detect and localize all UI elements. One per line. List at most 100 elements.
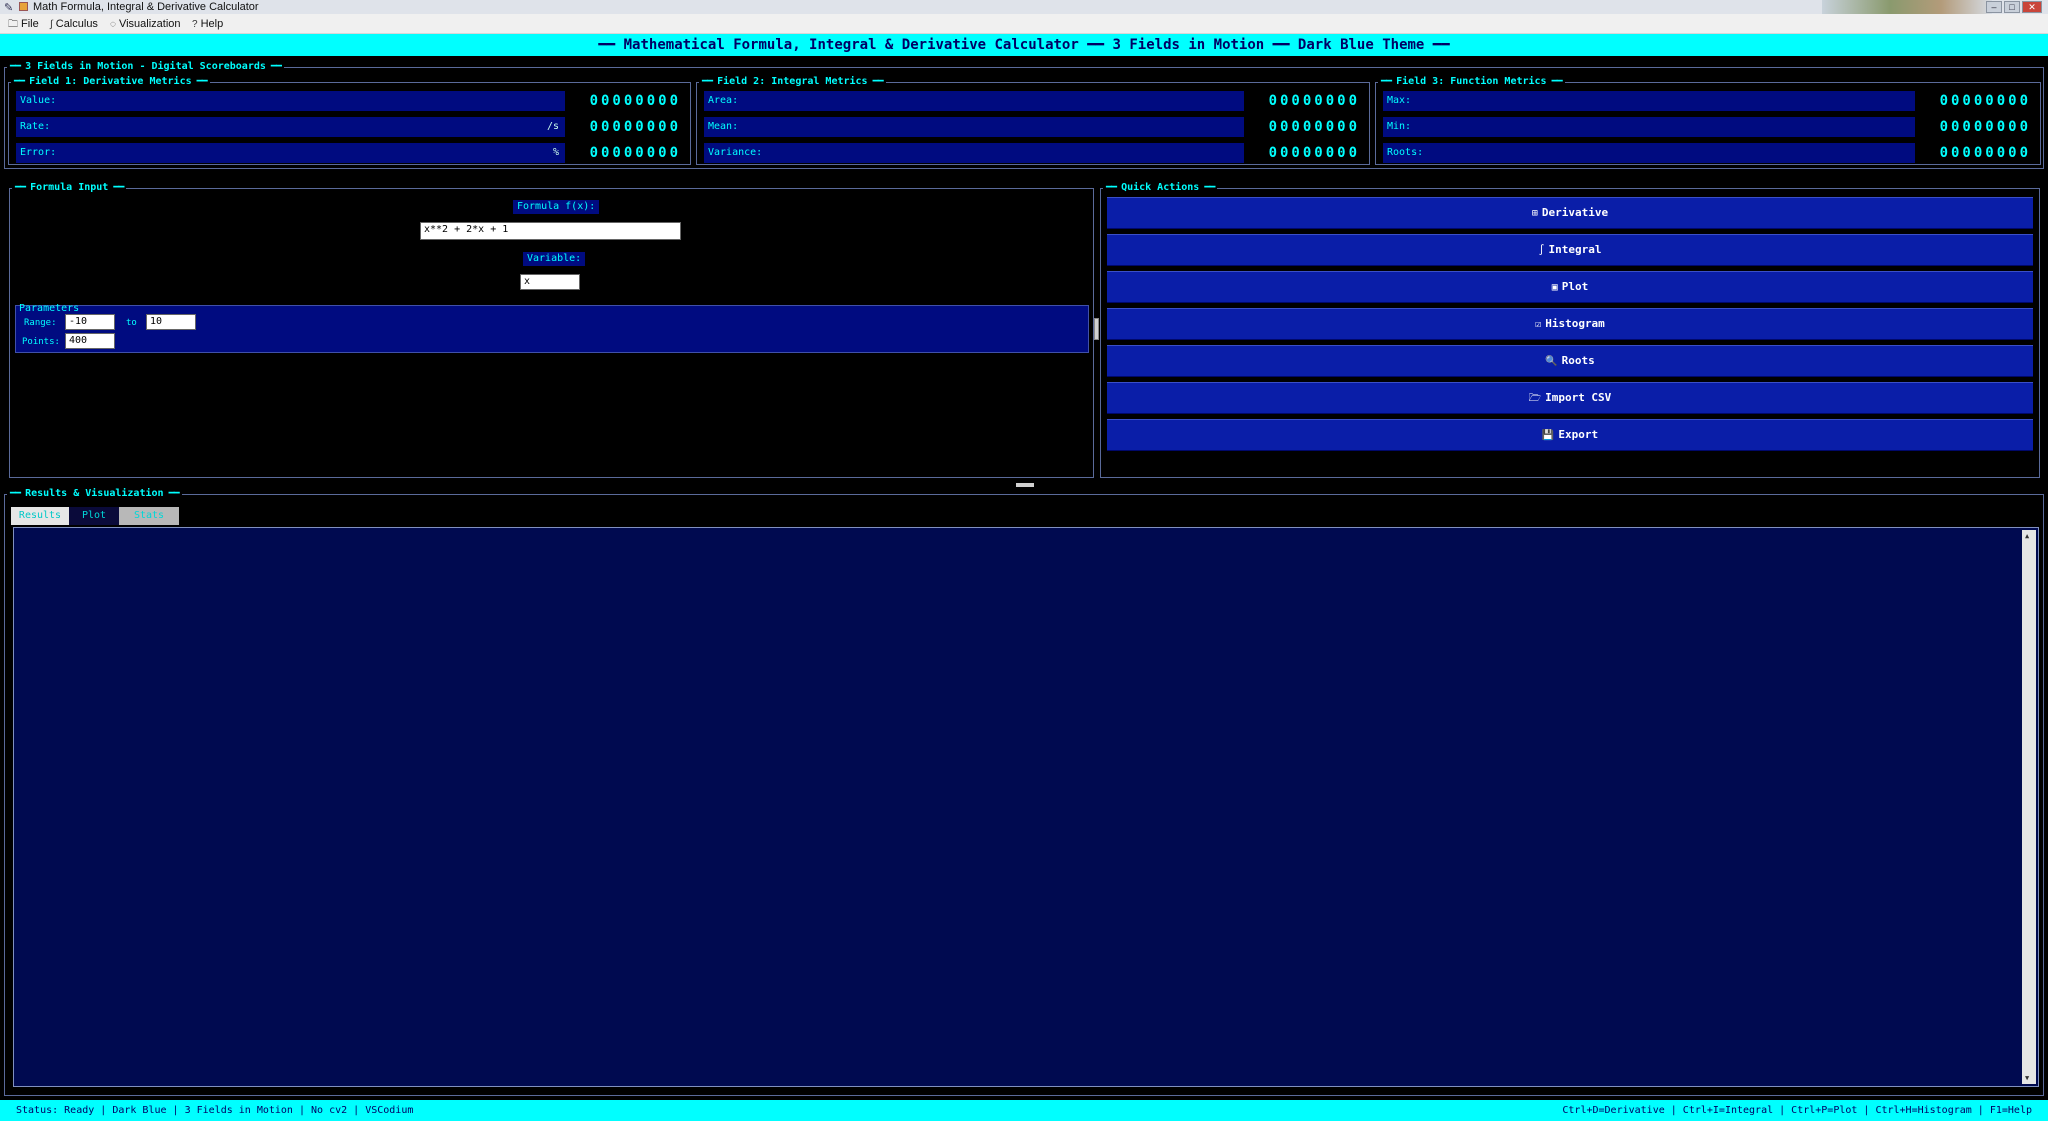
chart-icon: ◌ [110, 19, 116, 30]
score-digits: 00000000 [1915, 117, 2033, 137]
score-label: Max: [1387, 95, 1412, 106]
shortcut-hints: Ctrl+D=Derivative | Ctrl+I=Integral | Ct… [1562, 1105, 2032, 1116]
tab-label: Stats [133, 510, 165, 521]
score-digits: 00000000 [1244, 117, 1362, 137]
points-label: Points: [22, 337, 60, 347]
maximize-button[interactable]: □ [2004, 1, 2020, 13]
folder-open-icon: 🗁 [1528, 393, 1542, 404]
integral-button[interactable]: ∫ Integral [1107, 234, 2033, 266]
score-digits: 00000000 [1915, 91, 2033, 111]
variable-input[interactable]: x [520, 274, 580, 290]
score-label: Error: [20, 147, 57, 158]
tab-stats[interactable]: Stats [119, 507, 179, 525]
points-input[interactable]: 400 [65, 333, 115, 349]
score-row-roots: Roots: 00000000 [1383, 143, 2033, 163]
histogram-button[interactable]: ☑ Histogram [1107, 308, 2033, 340]
scoreboards-panel: ━━ 3 Fields in Motion - Digital Scoreboa… [4, 60, 2044, 169]
results-panel: ━━ Results & Visualization ━━ Results Pl… [4, 487, 2044, 1096]
tab-label: Results [18, 510, 62, 521]
button-label: Integral [1548, 243, 1602, 256]
search-icon: 🔍 [1545, 356, 1558, 367]
button-label: Derivative [1541, 206, 1609, 219]
score-row-variance: Variance: 00000000 [704, 143, 1362, 163]
field-title: ━━ Field 2: Integral Metrics ━━ [699, 75, 886, 89]
score-digits: 00000000 [565, 91, 683, 111]
results-title: ━━ Results & Visualization ━━ [7, 487, 182, 501]
menu-file[interactable]: 🗀 File [8, 14, 39, 34]
parameters-title: Parameters [19, 303, 80, 314]
score-label: Min: [1387, 121, 1412, 132]
button-label: Roots [1561, 354, 1595, 367]
score-label: Rate: [20, 121, 51, 132]
button-label: Plot [1561, 280, 1589, 293]
field-title: ━━ Field 3: Function Metrics ━━ [1378, 75, 1565, 89]
variable-label: Variable: [523, 252, 586, 266]
field-integral-metrics: ━━ Field 2: Integral Metrics ━━ Area: 00… [696, 75, 1370, 165]
folder-icon: 🗀 [8, 19, 18, 30]
range-to-input[interactable]: 10 [146, 314, 196, 330]
menu-visualization[interactable]: ◌ Visualization [110, 14, 181, 34]
score-row-value: Value: 00000000 [16, 91, 683, 111]
help-icon: ? [192, 19, 198, 30]
menu-help[interactable]: ? Help [192, 14, 223, 34]
pane-sash-vertical[interactable] [1094, 318, 1099, 340]
roots-button[interactable]: 🔍 Roots [1107, 345, 2033, 377]
pane-sash-horizontal[interactable] [1016, 483, 1034, 487]
plot-button[interactable]: ▣ Plot [1107, 271, 2033, 303]
derivative-icon: ⊞ [1531, 208, 1538, 219]
tab-results[interactable]: Results [11, 507, 69, 525]
window-title: Math Formula, Integral & Derivative Calc… [33, 1, 259, 13]
results-text-area[interactable]: ▲ ▼ [13, 527, 2039, 1087]
export-button[interactable]: 💾 Export [1107, 419, 2033, 451]
score-label: Area: [708, 95, 739, 106]
score-row-area: Area: 00000000 [704, 91, 1362, 111]
scoreboards-title: ━━ 3 Fields in Motion - Digital Scoreboa… [7, 60, 284, 74]
app-icon [19, 2, 28, 11]
range-from-input[interactable]: -10 [65, 314, 115, 330]
window-titlebar: ✎ Math Formula, Integral & Derivative Ca… [0, 0, 2048, 14]
score-row-error: Error: % 00000000 [16, 143, 683, 163]
score-digits: 00000000 [1244, 143, 1362, 163]
menu-label: Help [200, 18, 224, 30]
score-label: Roots: [1387, 147, 1424, 158]
field-function-metrics: ━━ Field 3: Function Metrics ━━ Max: 000… [1375, 75, 2041, 165]
formula-input[interactable]: x**2 + 2*x + 1 [420, 222, 681, 240]
close-button[interactable]: ✕ [2022, 1, 2042, 13]
menu-label: File [21, 18, 39, 30]
range-label: Range: [24, 318, 57, 328]
quick-actions-panel: ━━ Quick Actions ━━ ⊞ Derivative ∫ Integra… [1100, 181, 2040, 478]
field-title: ━━ Field 1: Derivative Metrics ━━ [11, 75, 210, 89]
save-icon: 💾 [1541, 430, 1555, 441]
derivative-button[interactable]: ⊞ Derivative [1107, 197, 2033, 229]
minimize-button[interactable]: – [1986, 1, 2002, 13]
app-header: ━━ Mathematical Formula, Integral & Deri… [0, 34, 2048, 56]
score-unit: /s [546, 121, 559, 132]
formula-label: Formula f(x): [513, 200, 600, 214]
status-bar: Status: Ready | Dark Blue | 3 Fields in … [0, 1100, 2048, 1121]
scroll-down-icon[interactable]: ▼ [2025, 1074, 2029, 1082]
score-digits: 00000000 [565, 117, 683, 137]
desktop-background [1822, 0, 1992, 14]
menu-label: Calculus [55, 18, 98, 30]
feather-icon: ✎ [4, 2, 14, 14]
button-label: Import CSV [1545, 391, 1612, 404]
score-digits: 00000000 [1915, 143, 2033, 163]
score-label: Mean: [708, 121, 739, 132]
score-row-max: Max: 00000000 [1383, 91, 2033, 111]
import-csv-button[interactable]: 🗁 Import CSV [1107, 382, 2033, 414]
menu-bar: 🗀 File ∫ Calculus ◌ Visualization ? Help [0, 14, 2048, 34]
menu-calculus[interactable]: ∫ Calculus [50, 14, 98, 34]
score-row-rate: Rate: /s 00000000 [16, 117, 683, 137]
menu-label: Visualization [118, 18, 181, 30]
formula-panel-title: ━━ Formula Input ━━ [12, 181, 127, 195]
score-digits: 00000000 [1244, 91, 1362, 111]
tab-plot[interactable]: Plot [69, 507, 119, 525]
scroll-up-icon[interactable]: ▲ [2025, 532, 2029, 540]
integral-icon: ∫ [1538, 245, 1545, 256]
formula-input-panel: ━━ Formula Input ━━ Formula f(x): x**2 +… [9, 181, 1094, 478]
plot-icon: ▣ [1551, 282, 1558, 293]
results-scrollbar[interactable]: ▲ ▼ [2022, 530, 2036, 1084]
score-label: Value: [20, 95, 57, 106]
results-tabs: Results Plot Stats [11, 507, 181, 525]
score-unit: % [552, 147, 559, 158]
